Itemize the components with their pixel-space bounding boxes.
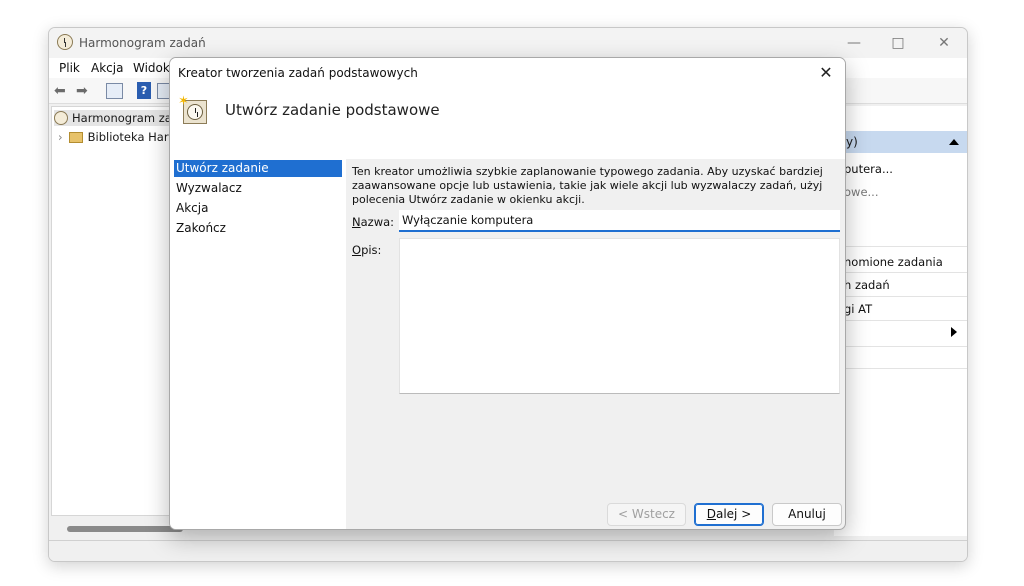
actions-pane: y) putera... owe... nomione zadania h za… bbox=[834, 106, 967, 536]
wizard-steps: Utwórz zadanie podstawowe Wyzwalacz Akcj… bbox=[170, 159, 346, 529]
basic-task-wizard-dialog: Kreator tworzenia zadań podstawowych ✕ ✶… bbox=[169, 57, 846, 530]
main-window-title: Harmonogram zadań bbox=[79, 36, 206, 50]
main-title-bar: Harmonogram zadań — □ ✕ bbox=[49, 28, 967, 58]
next-button[interactable]: Dalej > bbox=[694, 503, 764, 526]
forward-arrow-icon[interactable]: ➡ bbox=[76, 84, 92, 98]
close-icon[interactable]: ✕ bbox=[929, 33, 959, 53]
wizard-description: Ten kreator umożliwia szybkie zaplanowan… bbox=[352, 165, 823, 206]
actions-pane-header[interactable]: y) bbox=[834, 131, 967, 153]
menu-widok[interactable]: Widok bbox=[133, 61, 170, 75]
menu-akcja[interactable]: Akcja bbox=[91, 61, 123, 75]
scrollbar-thumb[interactable] bbox=[67, 526, 183, 532]
action-item[interactable]: nomione zadania bbox=[844, 255, 943, 269]
minimize-icon[interactable]: — bbox=[839, 33, 869, 53]
collapse-up-icon[interactable] bbox=[949, 139, 959, 145]
back-arrow-icon[interactable]: ⬅ bbox=[54, 84, 70, 98]
dialog-title: Kreator tworzenia zadań podstawowych bbox=[178, 66, 418, 80]
step-finish[interactable]: Zakończ bbox=[174, 220, 342, 237]
dialog-header: ✶ Utwórz zadanie podstawowe bbox=[170, 87, 845, 159]
description-label: Opis: bbox=[352, 243, 382, 257]
cancel-button[interactable]: Anuluj bbox=[772, 503, 842, 526]
back-button[interactable]: < Wstecz bbox=[607, 503, 686, 526]
action-item[interactable]: owe... bbox=[844, 185, 878, 199]
step-action[interactable]: Akcja bbox=[174, 200, 342, 217]
task-description-textarea[interactable] bbox=[399, 238, 840, 394]
show-hide-tree-icon[interactable] bbox=[106, 83, 123, 99]
close-icon[interactable]: ✕ bbox=[815, 62, 837, 84]
folder-icon bbox=[68, 132, 83, 143]
dialog-title-bar: Kreator tworzenia zadań podstawowych ✕ bbox=[170, 58, 845, 87]
menu-plik[interactable]: Plik bbox=[59, 61, 80, 75]
status-bar bbox=[49, 540, 967, 561]
task-clock-icon: ✶ bbox=[178, 95, 208, 125]
clock-icon bbox=[57, 34, 73, 50]
name-label: Nazwa: bbox=[352, 215, 395, 229]
step-trigger[interactable]: Wyzwalacz bbox=[174, 180, 342, 197]
header-title: Utwórz zadanie podstawowe bbox=[225, 101, 440, 119]
clock-icon bbox=[54, 111, 68, 125]
step-create-basic-task[interactable]: Utwórz zadanie podstawowe bbox=[174, 160, 342, 192]
maximize-icon[interactable]: □ bbox=[883, 33, 913, 53]
action-item[interactable]: gi AT bbox=[844, 302, 872, 316]
action-item[interactable]: h zadań bbox=[844, 278, 890, 292]
chevron-right-icon[interactable]: › bbox=[58, 130, 63, 144]
help-icon[interactable]: ? bbox=[137, 82, 151, 99]
action-item[interactable]: putera... bbox=[844, 162, 893, 176]
task-name-input[interactable] bbox=[399, 210, 840, 232]
tree-item-library[interactable]: › Biblioteka Harm bbox=[58, 129, 180, 145]
submenu-arrow-icon[interactable] bbox=[951, 327, 957, 337]
